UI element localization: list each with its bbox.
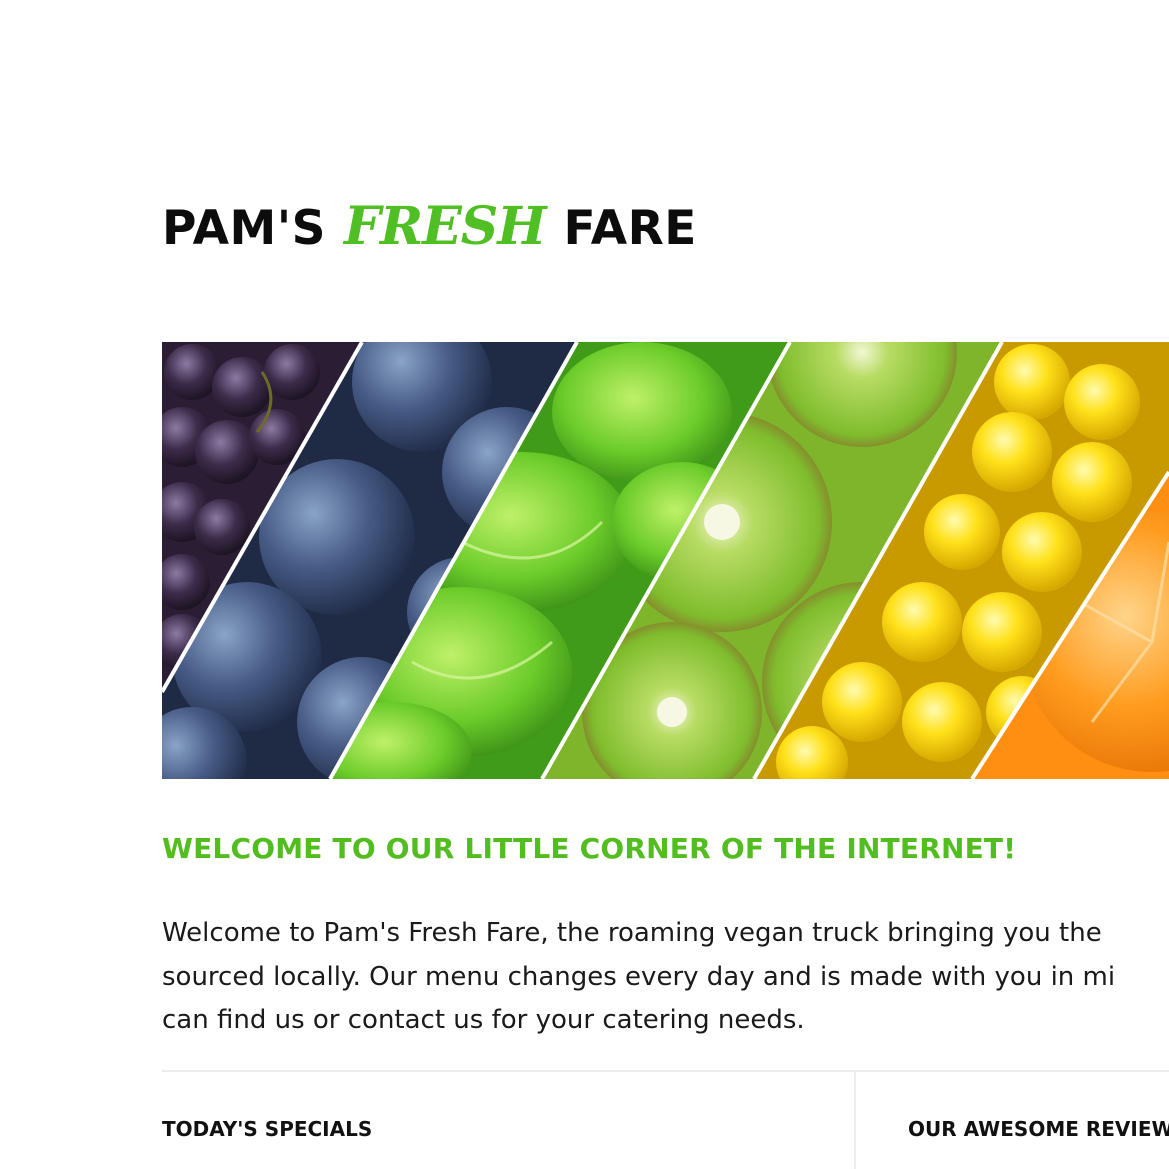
hero-fruit-strips-illustration (162, 342, 1169, 779)
column-divider (854, 1070, 856, 1169)
welcome-heading: WELCOME TO OUR LITTLE CORNER OF THE INTE… (162, 832, 1017, 865)
hero-image (162, 342, 1169, 779)
logo-word-fresh: FRESH (344, 196, 546, 257)
site-logo[interactable]: PAM'S FRESH FARE (162, 196, 697, 276)
intro-line-2: sourced locally. Our menu changes every … (162, 961, 1116, 992)
intro-line-3: can find us or contact us for your cater… (162, 1005, 805, 1035)
logo-word-fare: FARE (563, 201, 697, 256)
intro-paragraph: Welcome to Pam's Fresh Fare, the roaming… (162, 912, 1169, 1043)
page: PAM'S FRESH FARE WELCOME TO OUR LITTLE C… (0, 0, 1169, 1169)
logo-word-pams: PAM'S (162, 201, 327, 256)
reviews-heading: OUR AWESOME REVIEW (908, 1117, 1169, 1141)
section-divider (162, 1070, 1169, 1072)
todays-specials-heading: TODAY'S SPECIALS (162, 1117, 373, 1141)
intro-line-1: Welcome to Pam's Fresh Fare, the roaming… (162, 918, 1102, 948)
